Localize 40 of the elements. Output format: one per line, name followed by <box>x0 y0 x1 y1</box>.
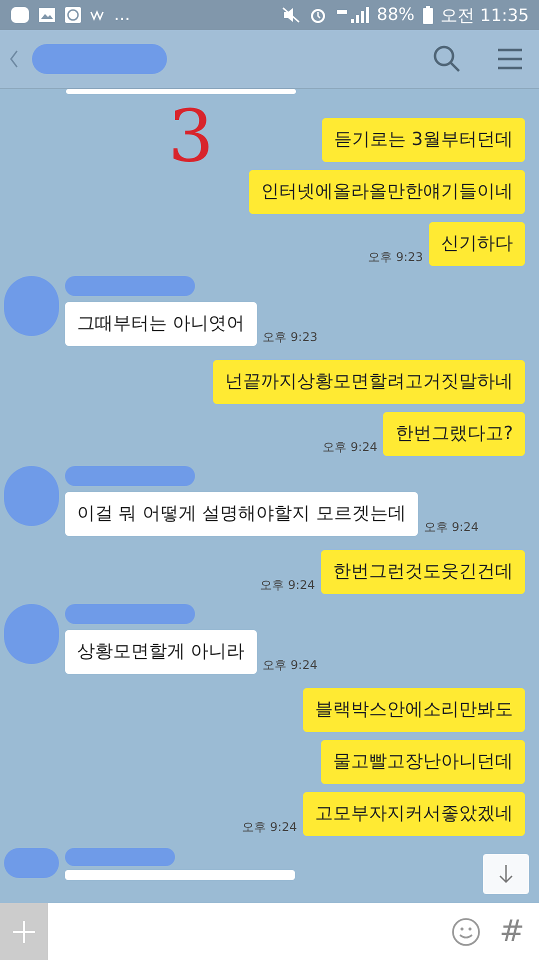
avatar-redaction <box>4 848 59 878</box>
message-time: 오후 9:24 <box>242 819 297 836</box>
annotation-number: 3 <box>168 100 214 172</box>
message-bubble: 한번그런것도웃긴건데 <box>321 550 525 594</box>
message-time: 오후 9:24 <box>424 519 479 536</box>
search-icon[interactable] <box>433 45 461 73</box>
message-bubble: 그때부터는 아니엿어 <box>65 302 257 346</box>
message-bubble: 상황모면할게 아니라 <box>65 630 257 674</box>
message-bubble: 인터넷에올라올만한얘기들이네 <box>249 170 525 214</box>
attach-button[interactable] <box>0 903 48 960</box>
hashtag-button[interactable]: # <box>485 903 539 960</box>
message-bubble: 블랙박스안에소리만봐도 <box>303 688 525 732</box>
battery-percent: 88% <box>376 5 415 25</box>
lte-signal-icon <box>334 6 369 24</box>
more-notifications: ... <box>114 5 130 25</box>
message-time: 오후 9:23 <box>368 249 423 266</box>
alarm-icon <box>308 6 327 24</box>
message-bubble: 듣기로는 3월부터던데 <box>322 118 525 162</box>
scroll-down-button[interactable] <box>483 854 529 894</box>
message-bubble: 고모부자지커서좋았겠네 <box>303 792 525 836</box>
message-time: 오후 9:23 <box>262 329 318 346</box>
battery-icon <box>422 6 433 24</box>
message-time: 오후 9:24 <box>260 577 315 594</box>
message-input[interactable] <box>48 903 447 960</box>
message-bubble: 넌끝까지상황모면할려고거짓말하네 <box>213 360 525 404</box>
message-bubble: 물고빨고장난아니던데 <box>321 740 525 784</box>
plus-icon <box>12 920 36 944</box>
mute-icon <box>280 7 301 23</box>
emoji-icon[interactable] <box>451 916 481 946</box>
message-time: 오후 9:24 <box>322 439 378 456</box>
gallery-icon <box>38 7 56 23</box>
message-bubble: 한번그랬다고? <box>383 412 525 456</box>
down-arrow-icon <box>498 864 514 884</box>
menu-icon[interactable] <box>497 48 523 70</box>
message-bubble: 이걸 뭐 어떻게 설명해야할지 모르겟는데 <box>65 492 418 536</box>
message-time: 오후 9:24 <box>262 657 318 674</box>
clock: 오전 11:35 <box>440 4 529 26</box>
message-bubble: 신기하다 <box>429 222 525 266</box>
back-icon <box>10 50 18 68</box>
wave-icon <box>90 9 106 21</box>
